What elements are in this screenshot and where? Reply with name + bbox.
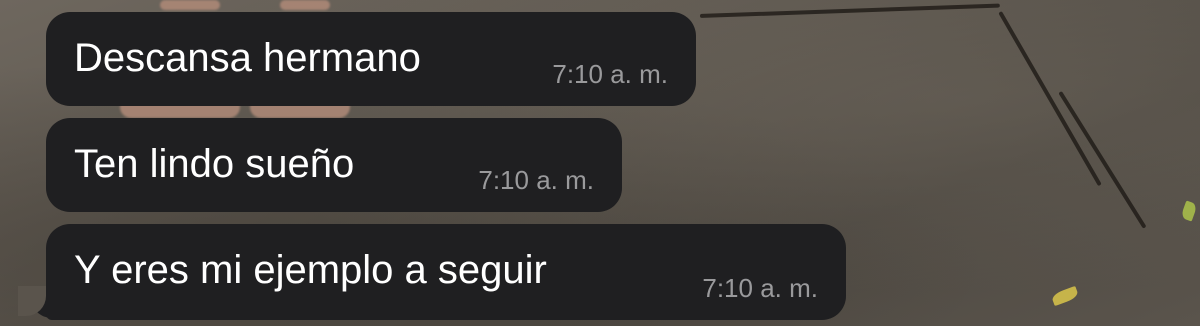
message-text: Descansa hermano <box>74 36 421 80</box>
message-timestamp: 7:10 a. m. <box>552 59 668 89</box>
message-text: Ten lindo sueño <box>74 142 355 186</box>
message-bubble[interactable]: Descansa hermano 7:10 a. m. <box>46 12 696 106</box>
message-bubble[interactable]: Y eres mi ejemplo a seguir 7:10 a. m. <box>46 224 846 320</box>
message-text: Y eres mi ejemplo a seguir <box>74 248 547 292</box>
message-bubble[interactable]: Ten lindo sueño 7:10 a. m. <box>46 118 622 212</box>
message-timestamp: 7:10 a. m. <box>702 273 818 303</box>
chat-thread: Descansa hermano 7:10 a. m. Ten lindo su… <box>0 0 1200 326</box>
message-timestamp: 7:10 a. m. <box>478 165 594 195</box>
